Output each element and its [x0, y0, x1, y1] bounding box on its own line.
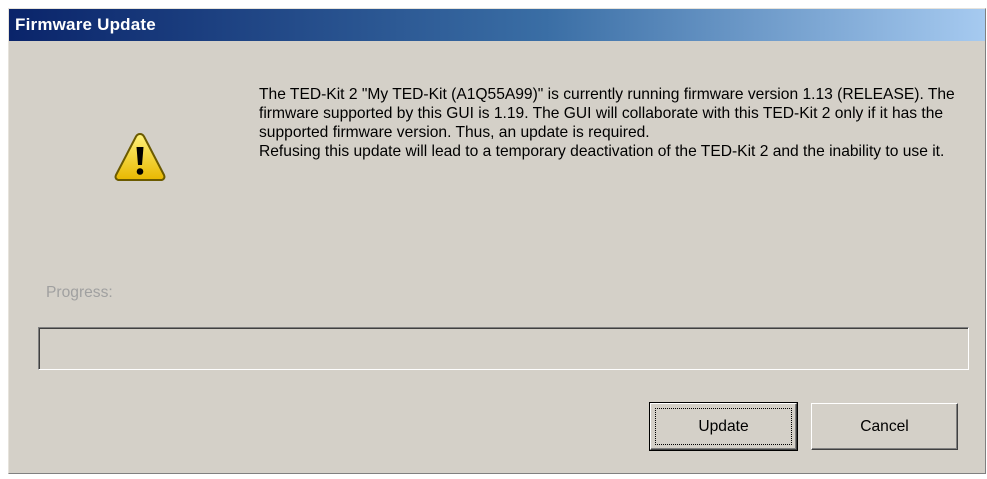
progress-label: Progress:: [46, 284, 113, 301]
message-paragraph-update-required: The TED-Kit 2 "My TED-Kit (A1Q55A99)" is…: [259, 86, 955, 141]
cancel-button-label: Cancel: [860, 418, 909, 435]
cancel-button[interactable]: Cancel: [811, 403, 958, 450]
firmware-update-dialog: Firmware Update The TED-Kit 2 "My TED-Ki…: [8, 8, 986, 474]
window-title: Firmware Update: [15, 15, 156, 34]
progress-bar: [38, 327, 969, 370]
dialog-message: The TED-Kit 2 "My TED-Kit (A1Q55A99)" is…: [259, 85, 969, 161]
message-paragraph-refusal-warning: Refusing this update will lead to a temp…: [259, 143, 945, 160]
warning-icon: [114, 133, 166, 181]
update-button-label: Update: [698, 418, 749, 435]
window-title-bar[interactable]: Firmware Update: [9, 9, 985, 41]
update-button[interactable]: Update: [649, 402, 798, 451]
